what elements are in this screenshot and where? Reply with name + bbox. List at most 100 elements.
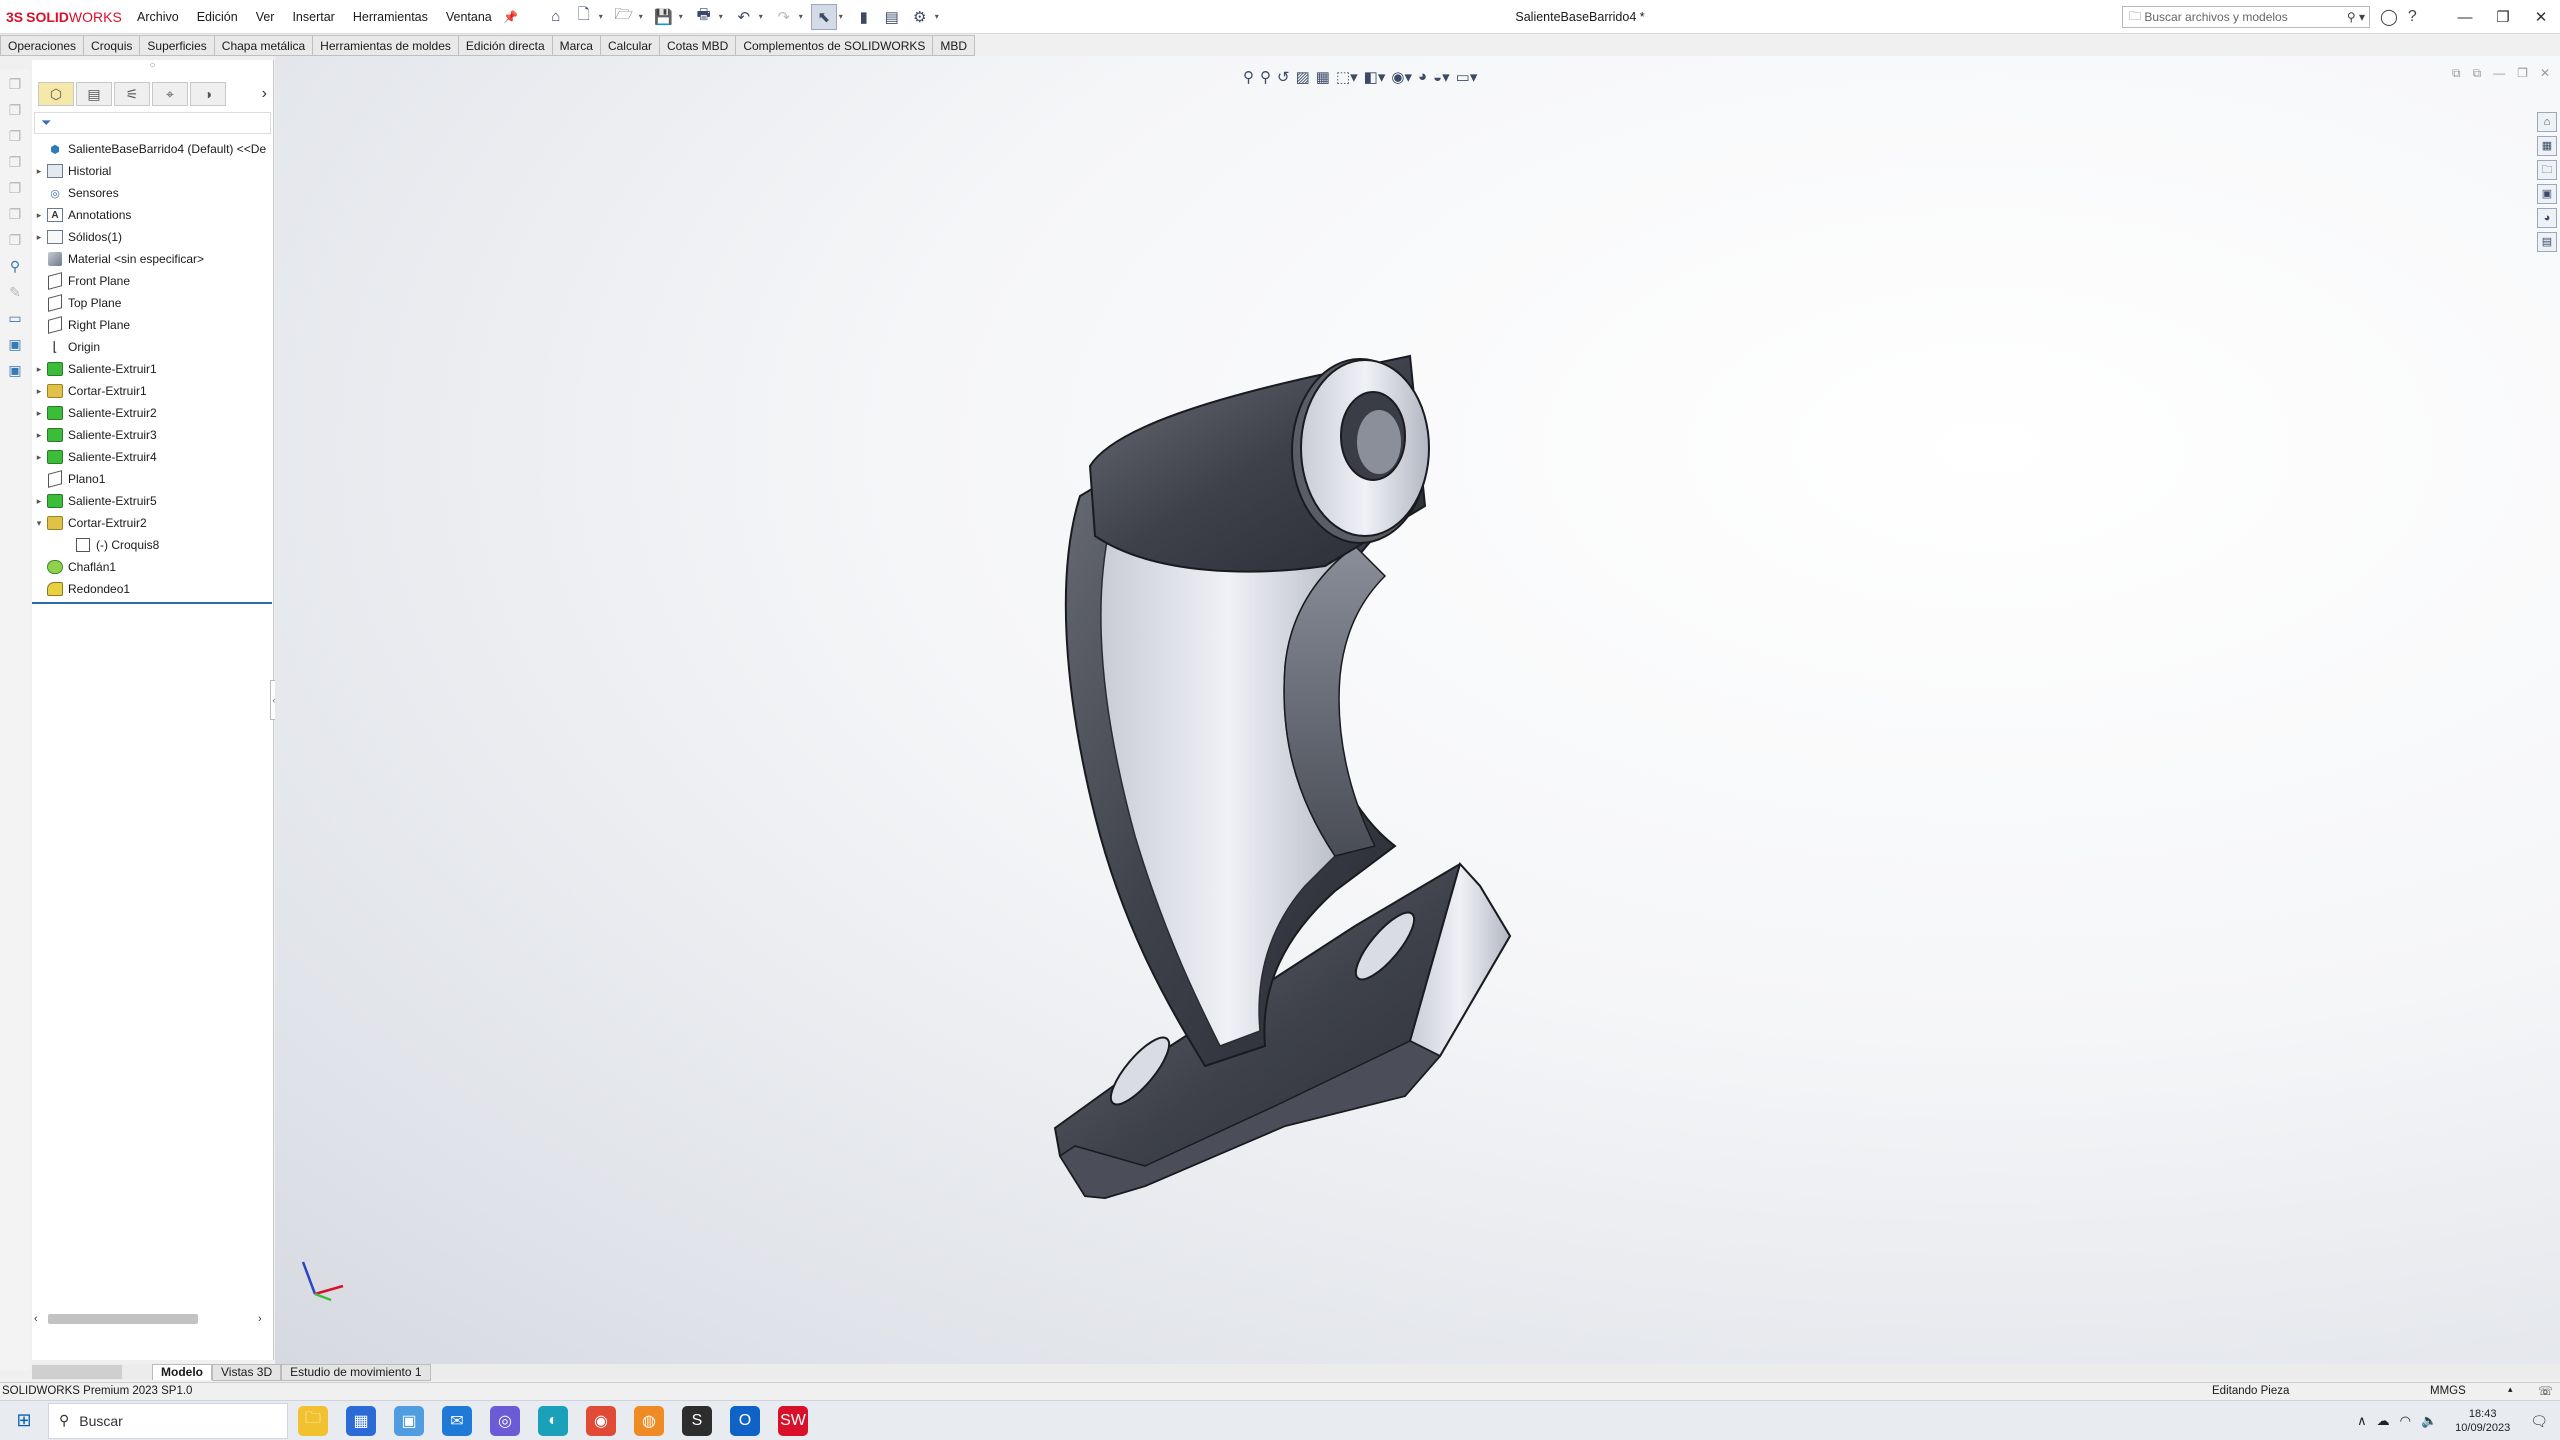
tab-mbd[interactable]: MBD [933, 35, 976, 56]
notifications-icon[interactable]: 🗨 [2530, 1413, 2548, 1430]
menu-insertar[interactable]: Insertar [283, 0, 343, 34]
copy3-icon[interactable]: ❐ [5, 128, 25, 148]
design-library-icon[interactable]: ▦ [2537, 136, 2557, 156]
tree-item[interactable]: Redondeo1 [32, 578, 273, 600]
display-manager-tab-icon[interactable]: ◑ [190, 82, 226, 106]
tab-marca[interactable]: Marca [552, 35, 601, 56]
tree-item[interactable]: ▸ Saliente-Extruir4 [32, 446, 273, 468]
redo-icon[interactable]: ↷ [771, 4, 797, 30]
select-dropdown-icon[interactable]: ▾ [839, 12, 849, 21]
print-icon[interactable]: 🖶 [691, 4, 717, 30]
tree-item[interactable]: ▸ Historial [32, 160, 273, 182]
solidworks-resources-icon[interactable]: ⌂ [2537, 112, 2557, 132]
expand-down-icon[interactable]: ▾ [32, 518, 46, 529]
copy2-icon[interactable]: ❐ [5, 102, 25, 122]
restore-icon[interactable]: ❐ [2484, 8, 2522, 26]
menu-edicion[interactable]: Edición [188, 0, 247, 34]
custom-properties-icon[interactable]: ▤ [2537, 232, 2557, 252]
feature-tree-scrollbar[interactable]: ‹ › [32, 1312, 272, 1326]
tab-operaciones[interactable]: Operaciones [0, 35, 85, 56]
tree-item[interactable]: Front Plane [32, 270, 273, 292]
view-palette-icon[interactable]: ▣ [2537, 184, 2557, 204]
new-document-icon[interactable]: 🗋 [571, 4, 597, 30]
filter-icon[interactable]: ⏷ [34, 112, 271, 134]
scroll-right-icon[interactable]: › [258, 1313, 262, 1325]
tab-cotas-mbd[interactable]: Cotas MBD [659, 35, 737, 56]
feature-manager-tab-icon[interactable]: ⬡ [38, 82, 74, 106]
open-folder-icon[interactable]: 🗁 [611, 4, 637, 30]
pin-menu-icon[interactable]: 📌 [501, 10, 521, 24]
zoom-select-icon[interactable]: ⚲ [5, 258, 25, 278]
menu-archivo[interactable]: Archivo [128, 0, 188, 34]
tree-item[interactable]: ▸ Cortar-Extruir1 [32, 380, 273, 402]
tab-chapa-metalica[interactable]: Chapa metálica [214, 35, 314, 56]
save-icon[interactable]: 💾 [651, 4, 677, 30]
edge-app-icon[interactable]: ◐ [538, 1405, 568, 1436]
user-account-icon[interactable]: ◯ [2380, 7, 2398, 27]
tree-item[interactable]: Plano1 [32, 468, 273, 490]
layers2-icon[interactable]: ▣ [5, 362, 25, 382]
home-icon[interactable]: ⌂ [543, 4, 569, 30]
volume-icon[interactable]: 🔈 [2421, 1413, 2437, 1429]
tab-croquis[interactable]: Croquis [84, 35, 141, 56]
tree-item[interactable]: ▸ Saliente-Extruir1 [32, 358, 273, 380]
outlook-app-icon[interactable]: O [730, 1405, 760, 1436]
scroll-thumb[interactable] [48, 1314, 198, 1324]
display-icon[interactable]: ▭ [5, 310, 25, 330]
tree-item[interactable]: ◎ Sensores [32, 182, 273, 204]
tree-item[interactable]: Material <sin especificar> [32, 248, 273, 270]
copy5-icon[interactable]: ❐ [5, 180, 25, 200]
graphics-area[interactable]: ⚲ ⚲ ↺ ▨ ▦ ⬚▾ ◧▾ ◉▾ ◕ ◒▾ ▭▾ ⧉ ⧉ — ❐ ✕ ⌂ ▦… [275, 56, 2560, 1364]
file-explorer-app-icon[interactable]: 🗀 [298, 1405, 328, 1436]
tree-item[interactable]: ▸ Saliente-Extruir2 [32, 402, 273, 424]
tab-edicion-directa[interactable]: Edición directa [458, 35, 553, 56]
solidworks-logo[interactable]: 3S SOLID WORKS [0, 9, 128, 25]
tree-item[interactable]: (-) Croquis8 [32, 534, 273, 556]
tree-item[interactable]: Top Plane [32, 292, 273, 314]
tab-vistas-3d[interactable]: Vistas 3D [212, 1363, 282, 1381]
quick-tips-icon[interactable]: ☏ [2538, 1384, 2553, 1398]
appearances-icon[interactable]: ◕ [2537, 208, 2557, 228]
tab-complementos[interactable]: Complementos de SOLIDWORKS [736, 35, 934, 56]
property-manager-tab-icon[interactable]: ▤ [76, 82, 112, 106]
close-icon[interactable]: ✕ [2522, 8, 2560, 26]
sublime-app-icon[interactable]: S [682, 1405, 712, 1436]
select-pointer-icon[interactable]: ⬉ [810, 3, 837, 30]
tab-calcular[interactable]: Calcular [600, 35, 660, 56]
tree-item[interactable]: ⌊ Origin [32, 336, 273, 358]
onedrive-icon[interactable]: ☁ [2377, 1413, 2390, 1429]
search-files-input[interactable]: 🗀 Buscar archivos y modelos ⚲ ▾ [2122, 6, 2370, 28]
panel-grip-icon[interactable]: ○ [32, 60, 273, 80]
undo-icon[interactable]: ↶ [731, 4, 757, 30]
expand-right-icon[interactable]: ▸ [32, 496, 46, 507]
print-dropdown-icon[interactable]: ▾ [719, 12, 729, 21]
undo-dropdown-icon[interactable]: ▾ [759, 12, 769, 21]
copilot-app-icon[interactable]: ◎ [490, 1405, 520, 1436]
expand-right-icon[interactable]: ▸ [32, 232, 46, 243]
expand-right-icon[interactable]: ▸ [32, 408, 46, 419]
tree-item[interactable]: ▸ Saliente-Extruir3 [32, 424, 273, 446]
scroll-left-icon[interactable]: ‹ [34, 1313, 38, 1325]
tree-item[interactable]: ▸ Saliente-Extruir5 [32, 490, 273, 512]
rollback-bar[interactable] [32, 602, 272, 604]
chrome-app-icon[interactable]: ◉ [586, 1405, 616, 1436]
part-model-render[interactable] [275, 56, 2560, 1364]
options-dropdown-icon[interactable]: ▾ [935, 12, 945, 21]
new-dropdown-icon[interactable]: ▾ [599, 12, 609, 21]
firefox-app-icon[interactable]: ◍ [634, 1405, 664, 1436]
tab-superficies[interactable]: Superficies [140, 35, 215, 56]
tree-item[interactable]: ▸ A Annotations [32, 204, 273, 226]
expand-right-icon[interactable]: ▸ [32, 386, 46, 397]
rebuild-icon[interactable]: ▮ [851, 4, 877, 30]
copy7-icon[interactable]: ❐ [5, 232, 25, 252]
photos-app-icon[interactable]: ▣ [394, 1405, 424, 1436]
expand-right-icon[interactable]: ▸ [32, 452, 46, 463]
menu-herramientas[interactable]: Herramientas [344, 0, 437, 34]
units-dropdown-icon[interactable]: ▴ [2508, 1384, 2513, 1395]
dimxpert-tab-icon[interactable]: ⌖ [152, 82, 188, 106]
wifi-icon[interactable]: ◠ [2400, 1413, 2411, 1429]
unit-system[interactable]: MMGS [2430, 1385, 2466, 1397]
copy4-icon[interactable]: ❐ [5, 154, 25, 174]
configuration-manager-tab-icon[interactable]: ⚟ [114, 82, 150, 106]
save-dropdown-icon[interactable]: ▾ [679, 12, 689, 21]
